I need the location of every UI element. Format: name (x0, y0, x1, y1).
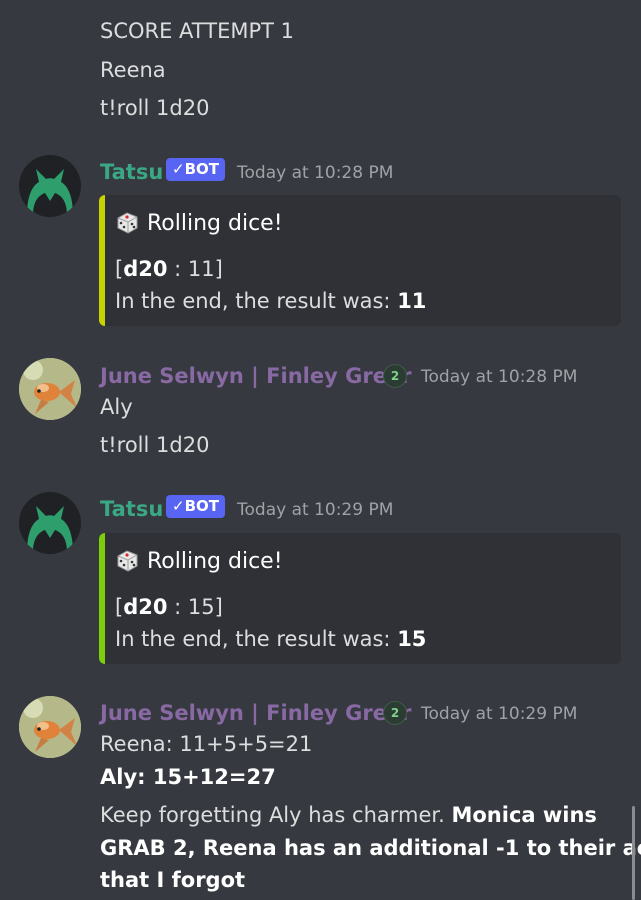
june-username[interactable]: June Selwyn | Finley Greer (100, 361, 412, 391)
message-line-reena-score: Reena: 11+5+5=21 (100, 732, 313, 756)
bot-tag: ✓BOT (166, 495, 225, 518)
bot-tag: ✓BOT (166, 158, 225, 181)
embed-dice-line: [d20 : 15] (115, 595, 223, 619)
tatsu-username[interactable]: Tatsu (100, 494, 163, 524)
goldfish-avatar-icon (19, 696, 81, 758)
dice-name: d20 (123, 257, 168, 281)
message-timestamp: Today at 10:29 PM (421, 704, 578, 724)
embed-title: Rolling dice! (115, 547, 283, 577)
message-line-roll-command: t!roll 1d20 (100, 433, 210, 457)
dice-name: d20 (123, 595, 168, 619)
embed-result-line: In the end, the result was: 15 (115, 627, 427, 651)
message-line-grab: GRAB 2, Reena has an additional -1 to th… (100, 836, 641, 860)
embed-title-text: Rolling dice! (147, 211, 283, 236)
server-badge-icon: 2 (383, 364, 407, 388)
message-timestamp: Today at 10:28 PM (421, 367, 578, 387)
result-value: 15 (397, 627, 427, 651)
tatsu-avatar-icon (27, 506, 73, 552)
embed-title-text: Rolling dice! (147, 549, 283, 574)
dice-icon (117, 550, 138, 572)
server-badge-icon: 2 (383, 701, 407, 725)
embed-dice-line: [d20 : 11] (115, 257, 223, 281)
monica-wins-text: Monica wins (451, 803, 597, 827)
message-line-forgot: that I forgot (100, 868, 246, 892)
result-value: 11 (397, 289, 427, 313)
message-line-aly-score: Aly: 15+12=27 (100, 765, 276, 789)
message-line-roll-command: t!roll 1d20 (100, 96, 210, 120)
tatsu-avatar-icon (27, 169, 73, 215)
goldfish-avatar-icon (19, 358, 81, 420)
june-avatar[interactable] (19, 696, 81, 758)
dice-roll-value: : 11] (167, 257, 223, 281)
dice-icon (117, 212, 138, 234)
dice-roll-embed: Rolling dice! [d20 : 11] In the end, the… (99, 195, 621, 326)
message-line-reena: Reena (100, 58, 166, 82)
embed-accent-bar (99, 195, 105, 326)
message-line-score-attempt: SCORE ATTEMPT 1 (100, 19, 294, 43)
dice-roll-embed: Rolling dice! [d20 : 15] In the end, the… (99, 533, 621, 664)
message-line-aly: Aly (100, 395, 133, 419)
embed-result-line: In the end, the result was: 11 (115, 289, 427, 313)
message-timestamp: Today at 10:28 PM (237, 163, 394, 183)
message-line-charmer-note: Keep forgetting Aly has charmer. Monica … (100, 803, 597, 827)
june-avatar[interactable] (19, 358, 81, 420)
message-timestamp: Today at 10:29 PM (237, 500, 394, 520)
embed-accent-bar (99, 533, 105, 664)
tatsu-avatar[interactable] (19, 155, 81, 217)
june-username[interactable]: June Selwyn | Finley Greer (100, 698, 412, 728)
chat-scrollbar[interactable] (632, 806, 635, 900)
tatsu-avatar[interactable] (19, 492, 81, 554)
embed-title: Rolling dice! (115, 209, 283, 239)
dice-roll-value: : 15] (167, 595, 223, 619)
tatsu-username[interactable]: Tatsu (100, 157, 163, 187)
